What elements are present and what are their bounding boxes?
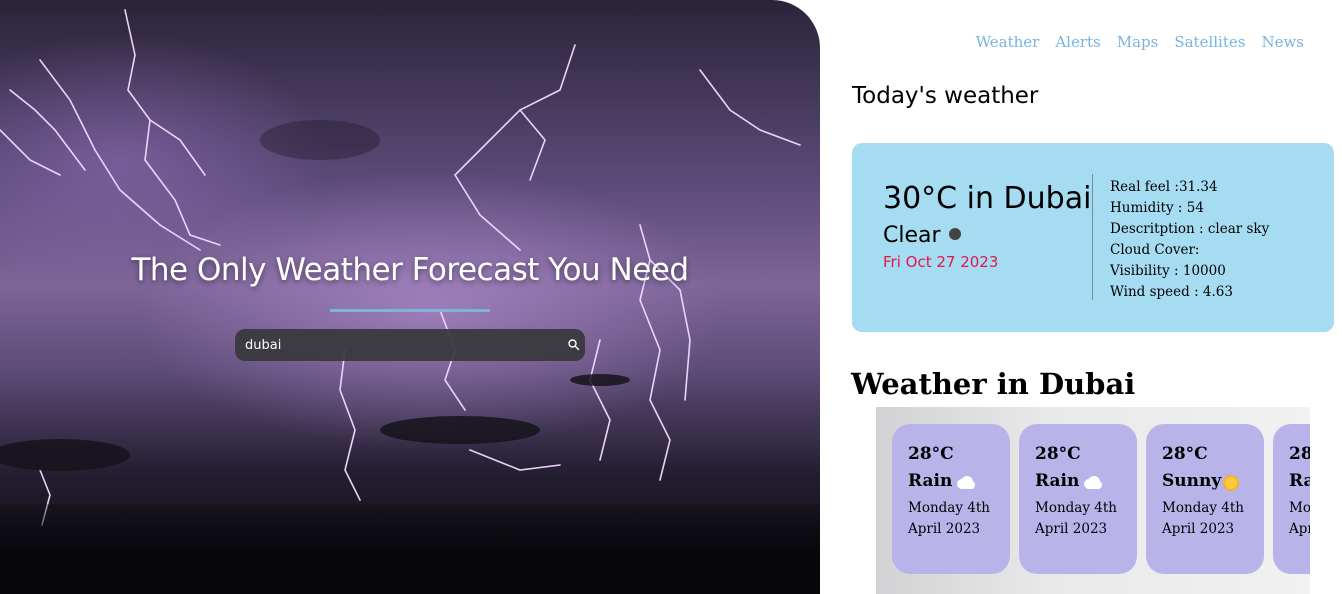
forecast-temp: 28°C xyxy=(1035,444,1081,464)
top-nav: Weather Alerts Maps Satellites News xyxy=(976,33,1304,51)
nav-link-alerts[interactable]: Alerts xyxy=(1055,33,1100,51)
forecast-date-line2: April 2023 xyxy=(1035,521,1108,537)
hero-title: The Only Weather Forecast You Need xyxy=(131,252,689,288)
nav-link-news[interactable]: News xyxy=(1261,33,1304,51)
search-input[interactable] xyxy=(245,335,545,355)
forecast-date: Monday 4th April 2023 xyxy=(908,498,990,540)
forecast-card: 28°C Rain Monday 4th April 2023 xyxy=(1019,424,1137,574)
forecast-condition: Rain xyxy=(1289,471,1310,491)
forecast-date: Monday 4th April 2023 xyxy=(1162,498,1244,540)
detail-cloud-cover: Cloud Cover: xyxy=(1110,242,1200,258)
card-divider xyxy=(1092,174,1093,300)
nav-link-maps[interactable]: Maps xyxy=(1117,33,1159,51)
forecast-card: 28°C Rain Monday 4th April 2023 xyxy=(1273,424,1310,574)
forecast-date-line2: April 2023 xyxy=(908,521,981,537)
detail-description: Descritption : clear sky xyxy=(1110,221,1270,237)
forecast-heading: Weather in Dubai xyxy=(851,367,1136,401)
forecast-date-line1: Monday 4th xyxy=(908,500,990,516)
forecast-card: 28°C Rain Monday 4th April 2023 xyxy=(892,424,1010,574)
forecast-date: Monday 4th April 2023 xyxy=(1035,498,1117,540)
forecast-strip[interactable]: 28°C Rain Monday 4th April 2023 28°C Rai… xyxy=(876,407,1310,594)
detail-real-feel: Real feel :31.34 xyxy=(1110,179,1218,195)
forecast-temp: 28°C xyxy=(1162,444,1208,464)
detail-humidity: Humidity : 54 xyxy=(1110,200,1204,216)
sun-icon xyxy=(1223,475,1239,491)
hero-background: The Only Weather Forecast You Need xyxy=(0,0,820,594)
forecast-card: 28°C Sunny Monday 4th April 2023 xyxy=(1146,424,1264,574)
search-box[interactable] xyxy=(235,329,585,361)
nav-link-satellites[interactable]: Satellites xyxy=(1174,33,1245,51)
today-weather-card: 30°C in Dubai Clear Fri Oct 27 2023 Real… xyxy=(852,143,1334,332)
nav-link-weather[interactable]: Weather xyxy=(976,33,1040,51)
detail-visibility: Visibility : 10000 xyxy=(1110,263,1226,279)
cloud-icon xyxy=(1084,476,1102,489)
forecast-date-line1: Monday 4th xyxy=(1035,500,1117,516)
ground-silhouette xyxy=(0,504,820,594)
forecast-condition: Rain xyxy=(908,471,953,491)
current-date: Fri Oct 27 2023 xyxy=(883,253,999,271)
forecast-date-line1: Monday 4th xyxy=(1289,500,1310,516)
weather-details: Real feel :31.34 Humidity : 54 Descritpt… xyxy=(1110,177,1269,303)
search-icon[interactable] xyxy=(567,338,581,352)
forecast-date-line1: Monday 4th xyxy=(1162,500,1244,516)
hero-underline xyxy=(330,309,490,312)
current-temp-city: 30°C in Dubai xyxy=(883,181,1092,216)
forecast-date-line2: April 2023 xyxy=(1289,521,1310,537)
condition-icon xyxy=(949,228,961,240)
forecast-temp: 28°C xyxy=(908,444,954,464)
cloud-icon xyxy=(957,476,975,489)
forecast-condition: Sunny xyxy=(1162,471,1222,491)
current-condition: Clear xyxy=(883,223,941,248)
detail-wind-speed: Wind speed : 4.63 xyxy=(1110,284,1233,300)
forecast-temp: 28°C xyxy=(1289,444,1310,464)
todays-weather-heading: Today's weather xyxy=(852,83,1039,109)
forecast-date-line2: April 2023 xyxy=(1162,521,1235,537)
forecast-date: Monday 4th April 2023 xyxy=(1289,498,1310,540)
forecast-condition: Rain xyxy=(1035,471,1080,491)
